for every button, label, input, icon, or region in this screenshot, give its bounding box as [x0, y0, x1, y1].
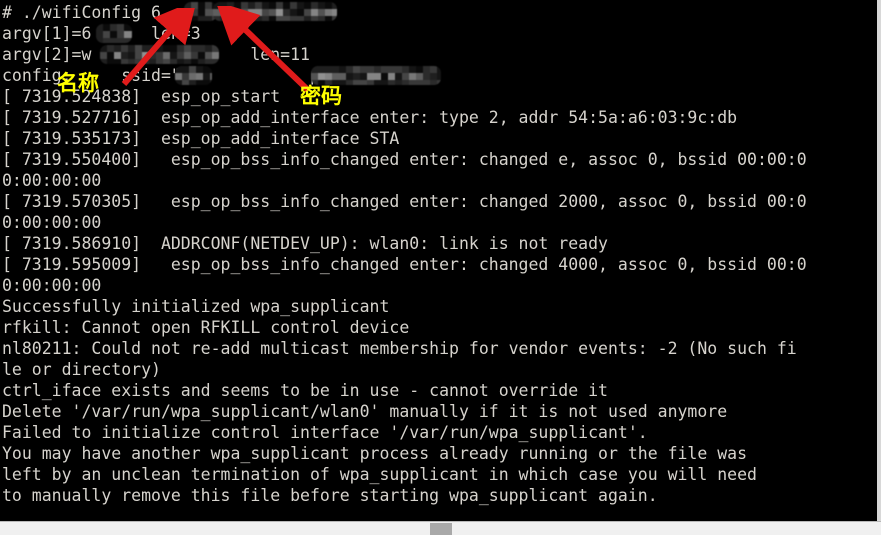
terminal-line: 0:00:00:00	[2, 276, 102, 295]
horizontal-scrollbar[interactable]	[0, 521, 881, 535]
terminal-line: to manually remove this file before star…	[2, 486, 658, 505]
psk-blur	[311, 66, 441, 85]
terminal-line: [ 7319.535173] esp_op_add_interface STA	[2, 129, 400, 148]
terminal-line: Successfully initialized wpa_supplicant	[2, 297, 390, 316]
cmd-psk-blur	[213, 2, 337, 21]
argv2-blur	[100, 45, 219, 64]
terminal-line: le or directory)	[2, 360, 161, 379]
terminal-line: left by an unclean termination of wpa_su…	[2, 465, 757, 484]
terminal-line: 0:00:00:00	[2, 213, 102, 232]
terminal-line: nl80211: Could not re-add multicast memb…	[2, 339, 797, 358]
ssid-blur	[175, 66, 212, 85]
terminal-line: rfkill: Cannot open RFKILL control devic…	[2, 318, 410, 337]
terminal-line: ctrl_iface exists and seems to be in use…	[2, 381, 608, 400]
terminal-line: [ 7319.586910] ADDRCONF(NETDEV_UP): wlan…	[2, 234, 608, 253]
terminal-line: argv[1]=6 len=3	[2, 24, 201, 43]
horizontal-scrollbar-thumb[interactable]	[430, 523, 452, 535]
terminal-line: [ 7319.570305] esp_op_bss_info_changed e…	[2, 192, 807, 211]
terminal-line: [ 7319.524838] esp_op_start	[2, 87, 281, 106]
terminal-line: [ 7319.527716] esp_op_add_interface ente…	[2, 108, 738, 127]
terminal-line: [ 7319.550400] esp_op_bss_info_changed e…	[2, 150, 807, 169]
vertical-scrollbar[interactable]	[877, 0, 881, 521]
terminal-line: Failed to initialize control interface '…	[2, 423, 648, 442]
terminal-line: 0:00:00:00	[2, 171, 102, 190]
terminal-line: # ./wifiConfig 6 w	[2, 3, 291, 22]
terminal-line: You may have another wpa_supplicant proc…	[2, 444, 748, 463]
terminal-line: config: ssid="6 psk="w	[2, 66, 370, 85]
terminal-line: Delete '/var/run/wpa_supplicant/wlan0' m…	[2, 402, 728, 421]
ssid-annotation-label: 名称	[57, 71, 99, 95]
terminal-line: [ 7319.595009] esp_op_bss_info_changed e…	[2, 255, 807, 274]
terminal-window[interactable]: # ./wifiConfig 6 w argv[1]=6 len=3 argv[2]…	[0, 0, 881, 535]
argv1-blur	[96, 24, 132, 43]
psk-annotation-label: 密码	[300, 84, 342, 108]
